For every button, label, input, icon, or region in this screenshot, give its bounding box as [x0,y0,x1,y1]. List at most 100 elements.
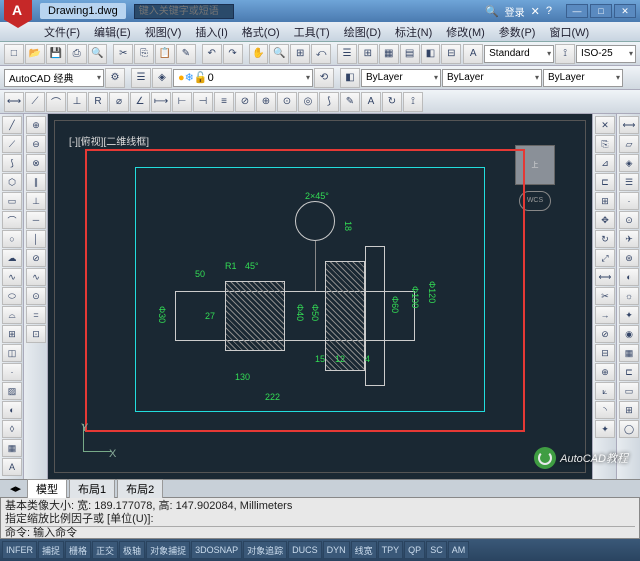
dim-break-icon[interactable]: ⊘ [235,92,255,112]
region-mp-icon[interactable]: ◈ [619,154,639,172]
para-icon[interactable]: ∥ [26,173,46,191]
equal-icon[interactable]: = [26,306,46,324]
status-lwt[interactable]: 线宽 [351,541,377,559]
break-pt-icon[interactable]: ⊘ [595,325,615,343]
circle-icon[interactable]: ○ [2,230,22,248]
prop-icon[interactable]: ☰ [337,44,357,64]
color-combo[interactable]: ByLayer [361,69,441,87]
rectangle-icon[interactable]: ▭ [2,192,22,210]
status-grid[interactable]: 栅格 [65,541,91,559]
dist-icon[interactable]: ⟷ [619,116,639,134]
explode-icon[interactable]: ✦ [595,420,615,438]
render-icon[interactable]: ☼ [619,287,639,305]
inspect-icon[interactable]: ◎ [298,92,318,112]
dim-style-icon[interactable]: ⟟ [403,92,423,112]
status-sc[interactable]: SC [426,541,447,559]
dim-tedit-icon[interactable]: A [361,92,381,112]
copy-icon[interactable]: ⎘ [134,44,154,64]
dim-angular-icon[interactable]: ∠ [130,92,150,112]
status-tpy[interactable]: TPY [378,541,404,559]
zoom-prev-icon[interactable]: ⤺ [311,44,331,64]
line-icon[interactable]: ╱ [2,116,22,134]
dcenter-icon[interactable]: ⊞ [358,44,378,64]
jogged-icon[interactable]: ⟆ [319,92,339,112]
command-area[interactable]: 基本类像大小: 宽: 189.177078, 高: 147.902084, Mi… [0,497,640,539]
remsel-icon[interactable]: ⊖ [26,135,46,153]
layer-combo[interactable]: ● ❄ 🔓 0 [173,69,313,87]
visual-icon[interactable]: ◐ [619,268,639,286]
spline-icon[interactable]: ∿ [2,268,22,286]
tab-nav-icon[interactable]: ◂▸ [10,482,21,495]
new-icon[interactable]: □ [4,44,24,64]
section-icon[interactable]: ⊏ [619,363,639,381]
status-dyn[interactable]: DYN [323,541,350,559]
tool-pal-icon[interactable]: ▦ [379,44,399,64]
menu-dimension[interactable]: 标注(N) [389,22,438,42]
erase-icon[interactable]: ✕ [595,116,615,134]
rotate-icon[interactable]: ↻ [595,230,615,248]
dim-edit-icon[interactable]: ✎ [340,92,360,112]
fix-icon[interactable]: ⊡ [26,325,46,343]
paste-icon[interactable]: 📋 [155,44,175,64]
maximize-button[interactable]: □ [590,4,612,18]
status-osnap[interactable]: 对象捕捉 [146,541,190,559]
preview-icon[interactable]: 🔍 [88,44,108,64]
menu-window[interactable]: 窗口(W) [543,22,595,42]
menu-draw[interactable]: 绘图(D) [338,22,387,42]
list-icon[interactable]: ☰ [619,173,639,191]
undo-icon[interactable]: ↶ [202,44,222,64]
help-icon[interactable]: ? [546,5,552,17]
ellipse-icon[interactable]: ⬭ [2,287,22,305]
3dfly-icon[interactable]: ✈ [619,230,639,248]
tab-layout1[interactable]: 布局1 [69,479,115,498]
gradient-icon[interactable]: ◐ [2,401,22,419]
tab-layout2[interactable]: 布局2 [117,479,163,498]
dim-continue-icon[interactable]: ⊣ [193,92,213,112]
smooth-icon[interactable]: ∿ [26,268,46,286]
point-icon[interactable]: · [2,363,22,381]
mirror-icon[interactable]: ⊿ [595,154,615,172]
dim-quick-icon[interactable]: ⟼ [151,92,171,112]
menu-modify[interactable]: 修改(M) [440,22,491,42]
copy-obj-icon[interactable]: ⎘ [595,135,615,153]
status-ortho[interactable]: 正交 [92,541,118,559]
area-icon[interactable]: ▱ [619,135,639,153]
color-icon[interactable]: ◧ [340,68,360,88]
zoom-window-icon[interactable]: ⊞ [290,44,310,64]
insert-icon[interactable]: ⊞ [2,325,22,343]
material-icon[interactable]: ◉ [619,325,639,343]
polygon-icon[interactable]: ⬡ [2,173,22,191]
save-icon[interactable]: 💾 [46,44,66,64]
lineweight-combo[interactable]: ByLayer [543,69,623,87]
calc-icon[interactable]: ⊟ [441,44,461,64]
search-icon[interactable]: 🔍 [485,5,499,18]
offset-icon[interactable]: ⊏ [595,173,615,191]
status-am[interactable]: AM [448,541,470,559]
cmd-prompt[interactable]: 命令: 输入命令 [5,526,635,540]
region-icon[interactable]: ◊ [2,420,22,438]
linetype-combo[interactable]: ByLayer [442,69,542,87]
status-qp[interactable]: QP [404,541,425,559]
mtext-icon[interactable]: A [2,458,22,476]
stretch-icon[interactable]: ⟷ [595,268,615,286]
status-infer[interactable]: INFER [2,541,37,559]
constraint-icon[interactable]: ⊗ [26,154,46,172]
textstyle-combo[interactable]: Standard [484,45,554,63]
scale-icon[interactable]: ⤢ [595,249,615,267]
menu-format[interactable]: 格式(O) [236,22,286,42]
block-icon[interactable]: ◫ [2,344,22,362]
tangent-icon[interactable]: ⊘ [26,249,46,267]
help-search-input[interactable] [134,4,234,19]
addsel-icon[interactable]: ⊕ [26,116,46,134]
dimstyle-combo[interactable]: ISO-25 [576,45,636,63]
status-ducs[interactable]: DUCS [288,541,322,559]
chamfer-icon[interactable]: ⟀ [595,382,615,400]
status-snap[interactable]: 捕捉 [38,541,64,559]
smooth-mesh-icon[interactable]: ◯ [619,420,639,438]
dimstyle-icon[interactable]: ⟟ [555,44,575,64]
table-icon[interactable]: ▦ [2,439,22,457]
horiz-icon[interactable]: ─ [26,211,46,229]
dim-diameter-icon[interactable]: ⌀ [109,92,129,112]
status-polar[interactable]: 极轴 [119,541,145,559]
flatshot-icon[interactable]: ▭ [619,382,639,400]
